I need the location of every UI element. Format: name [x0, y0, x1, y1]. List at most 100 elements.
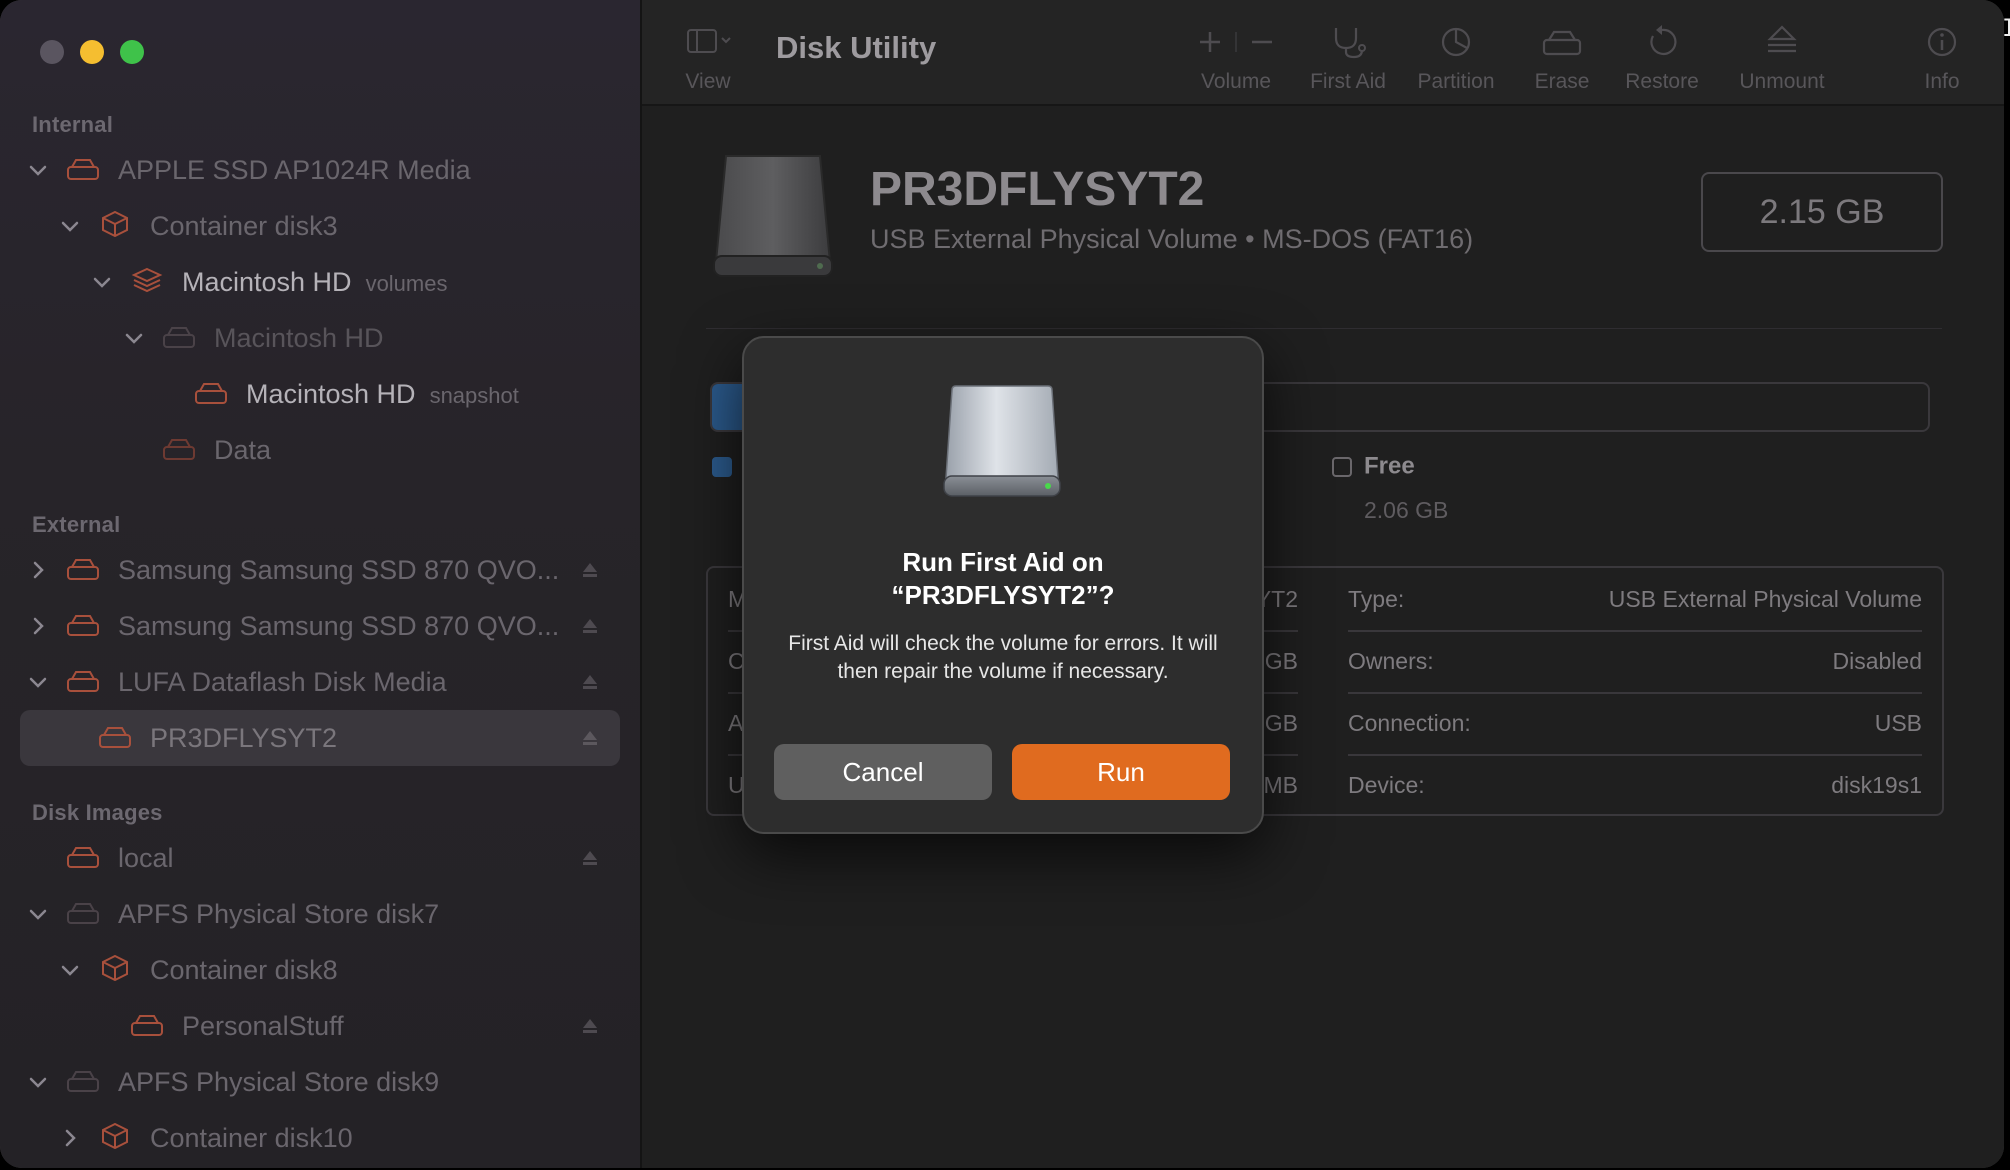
info-row-connection: Connection: USB — [1348, 692, 1922, 756]
minimize-button[interactable] — [80, 40, 104, 64]
dialog-title-line2: “PR3DFLYSYT2”? — [891, 580, 1115, 610]
eject-icon[interactable] — [580, 672, 600, 692]
sidebar-item-macintosh-hd-volumes[interactable]: Macintosh HD volumes — [20, 254, 620, 310]
maximize-button[interactable] — [120, 40, 144, 64]
restore-label: Restore — [1625, 70, 1699, 93]
sidebar-item-label: local — [118, 842, 174, 873]
cancel-button[interactable]: Cancel — [774, 744, 992, 800]
sidebar-item-container-disk10[interactable]: Container disk10 — [20, 1110, 620, 1166]
sidebar-item-personalstuff[interactable]: PersonalStuff — [20, 998, 620, 1054]
volume-name: PR3DFLYSYT2 — [870, 163, 1205, 216]
info-value: Disabled — [1832, 647, 1923, 674]
sidebar-item-label: Macintosh HD — [214, 322, 384, 353]
info-icon — [1927, 27, 1957, 57]
section-disk-images: Disk Images — [32, 800, 163, 825]
plus-minus-icon — [1200, 32, 1272, 52]
drive-icon — [162, 437, 196, 463]
sidebar-item-macintosh-hd-snapshot[interactable]: Macintosh HD snapshot — [20, 366, 620, 422]
sidebar-item-label: Macintosh HD snapshot — [246, 379, 519, 410]
sidebar-item-data[interactable]: Data — [20, 422, 620, 478]
sidebar-item-container-disk8[interactable]: Container disk8 — [20, 942, 620, 998]
sidebar-item-label: Samsung Samsung SSD 870 QVO... — [118, 554, 560, 585]
sidebar-item-pr3dflysyt2[interactable]: PR3DFLYSYT2 — [20, 710, 620, 766]
sidebar: Internal APPLE SSD AP1024R Media Contain… — [0, 0, 642, 1168]
drive-icon — [162, 325, 196, 351]
chevron-right-icon[interactable] — [28, 616, 48, 636]
sidebar-item-label: PR3DFLYSYT2 — [150, 722, 338, 753]
sidebar-item-label: Samsung Samsung SSD 870 QVO... — [118, 610, 560, 641]
partition-button[interactable]: Partition — [1408, 24, 1504, 94]
sidebar-item-local[interactable]: local — [20, 830, 620, 886]
restore-button[interactable]: Restore — [1620, 24, 1704, 94]
eject-icon[interactable] — [580, 1016, 600, 1036]
chevron-down-icon[interactable] — [60, 216, 80, 236]
info-value: MB — [1263, 771, 1299, 798]
chevron-down-icon[interactable] — [28, 160, 48, 180]
run-button[interactable]: Run — [1012, 744, 1230, 800]
erase-label: Erase — [1534, 70, 1590, 93]
info-value: USB External Physical Volume — [1608, 585, 1922, 612]
sidebar-item-label: APPLE SSD AP1024R Media — [118, 154, 471, 185]
first-aid-button[interactable]: First Aid — [1296, 24, 1400, 94]
chevron-down-icon[interactable] — [124, 328, 144, 348]
sidebar-item-lufa[interactable]: LUFA Dataflash Disk Media — [20, 654, 620, 710]
sidebar-item-samsung-2[interactable]: Samsung Samsung SSD 870 QVO... — [20, 598, 620, 654]
info-row-owners: Owners: Disabled — [1348, 630, 1922, 694]
sidebar-item-apfs-disk9[interactable]: APFS Physical Store disk9 — [20, 1054, 620, 1110]
volume-button[interactable]: Volume — [1188, 24, 1284, 94]
chevron-down-icon[interactable] — [28, 904, 48, 924]
volume-drive-icon — [712, 150, 834, 283]
info-row-type: Type: USB External Physical Volume — [1348, 568, 1922, 632]
free-value: 2.06 GB — [1364, 496, 1449, 523]
info-value: GB — [1264, 647, 1298, 674]
sidebar-item-label: Container disk10 — [150, 1122, 353, 1153]
header-divider — [706, 328, 1942, 329]
app-title: Disk Utility — [776, 30, 937, 65]
drive-icon — [66, 613, 100, 639]
sidebar-item-apfs-disk7[interactable]: APFS Physical Store disk7 — [20, 886, 620, 942]
info-value: disk19s1 — [1831, 771, 1922, 798]
erase-button[interactable]: Erase — [1522, 24, 1602, 94]
drive-icon — [130, 1013, 164, 1039]
layers-icon — [130, 267, 164, 293]
info-key: Type: — [1348, 585, 1405, 612]
drive-icon — [66, 157, 100, 183]
eject-icon[interactable] — [580, 560, 600, 580]
chevron-right-icon[interactable] — [60, 1128, 80, 1148]
view-button[interactable]: View — [678, 24, 738, 94]
info-button[interactable]: Info — [1912, 24, 1972, 94]
chevron-right-icon[interactable] — [28, 560, 48, 580]
eject-icon[interactable] — [580, 848, 600, 868]
partition-label: Partition — [1417, 70, 1495, 93]
free-swatch — [1332, 456, 1352, 477]
restore-arrow-icon — [1650, 25, 1677, 56]
unmount-button[interactable]: Unmount — [1732, 24, 1832, 94]
eject-icon[interactable] — [580, 728, 600, 748]
drive-icon — [66, 669, 100, 695]
container-cube-icon — [98, 955, 132, 981]
chevron-down-icon[interactable] — [28, 672, 48, 692]
eject-icon[interactable] — [580, 616, 600, 636]
sidebar-item-samsung-1[interactable]: Samsung Samsung SSD 870 QVO... — [20, 542, 620, 598]
sidebar-item-apple-ssd[interactable]: APPLE SSD AP1024R Media — [20, 142, 620, 198]
sidebar-item-container-disk3[interactable]: Container disk3 — [20, 198, 620, 254]
pie-icon — [1441, 27, 1471, 57]
chevron-down-icon[interactable] — [28, 1072, 48, 1092]
stethoscope-icon — [1334, 28, 1366, 59]
sidebar-item-label: APFS Physical Store disk9 — [118, 1066, 440, 1097]
sidebar-item-macintosh-hd[interactable]: Macintosh HD — [20, 310, 620, 366]
view-label: View — [685, 70, 731, 93]
drive-icon — [66, 1069, 100, 1095]
drive-icon — [66, 845, 100, 871]
info-key: Connection: — [1348, 709, 1471, 736]
sidebar-item-label: APFS Physical Store disk7 — [118, 898, 440, 929]
container-cube-icon — [98, 1123, 132, 1149]
chevron-down-icon[interactable] — [92, 272, 112, 292]
sidebar-item-name: Macintosh HD — [246, 378, 416, 409]
info-value: GB — [1264, 709, 1298, 736]
sidebar-item-name: Macintosh HD — [182, 266, 352, 297]
close-button[interactable] — [40, 40, 64, 64]
chevron-down-icon[interactable] — [60, 960, 80, 980]
external-drive-icon — [942, 382, 1062, 500]
used-swatch — [712, 456, 732, 477]
